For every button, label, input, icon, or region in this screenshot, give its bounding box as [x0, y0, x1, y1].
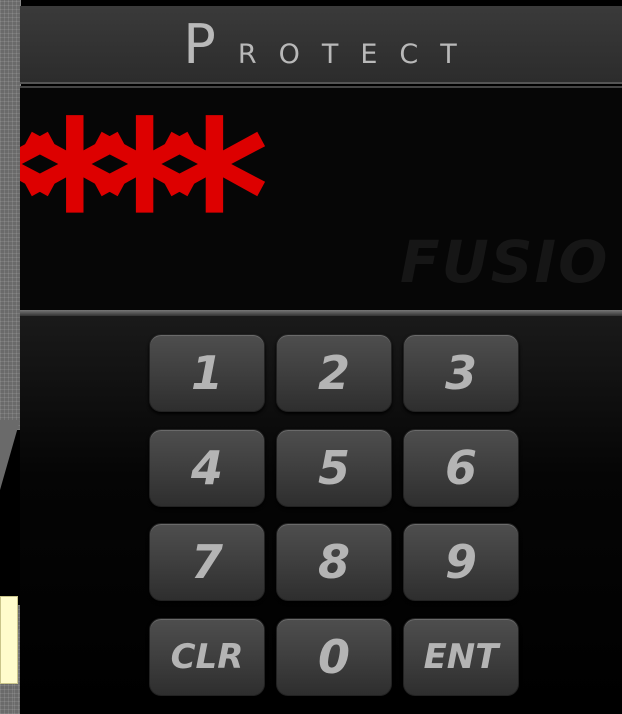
left-border-bevel [0, 420, 20, 490]
key-7[interactable]: 7 [149, 523, 265, 601]
pin-mask: **** [20, 86, 269, 312]
title-bar: Protect [20, 6, 622, 84]
key-1[interactable]: 1 [149, 334, 265, 412]
key-3[interactable]: 3 [403, 334, 519, 412]
key-4[interactable]: 4 [149, 429, 265, 507]
clear-button[interactable]: CLR [149, 618, 265, 696]
key-9[interactable]: 9 [403, 523, 519, 601]
page-title: Protect [183, 12, 479, 76]
pin-display: FUSIO **** [20, 86, 622, 312]
key-5[interactable]: 5 [276, 429, 392, 507]
enter-button[interactable]: ENT [403, 618, 519, 696]
brand-watermark: FUSIO [400, 228, 610, 296]
key-8[interactable]: 8 [276, 523, 392, 601]
key-0[interactable]: 0 [276, 618, 392, 696]
key-2[interactable]: 2 [276, 334, 392, 412]
side-tab[interactable] [0, 596, 18, 684]
key-6[interactable]: 6 [403, 429, 519, 507]
